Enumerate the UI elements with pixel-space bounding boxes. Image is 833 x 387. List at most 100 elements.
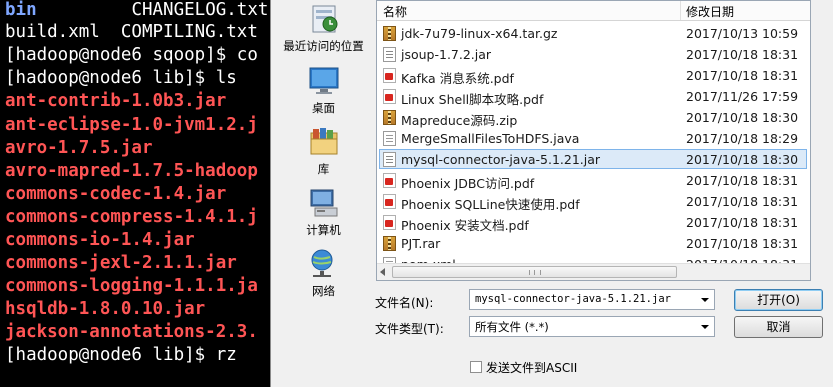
file-name: MergeSmallFilesToHDFS.java [401,131,580,146]
filetype-value: 所有文件 (*.*) [475,320,549,334]
horizontal-scrollbar[interactable] [377,263,810,280]
computer-icon [307,186,341,220]
column-separator[interactable] [680,1,681,20]
file-date: 2017/10/18 18:30 [686,152,799,167]
file-name: CHANGELOG.txt [131,0,269,20]
dir-name: bin [5,0,37,20]
places-bar: 最近访问的位置 桌面 库 计算机 网络 [271,0,376,320]
terminal-line: bin CHANGELOG.txt [5,0,268,21]
pdf-icon [383,215,396,230]
file-row[interactable]: jdk-7u79-linux-x64.tar.gz 2017/10/13 10:… [377,23,810,44]
file-row[interactable]: Phoenix JDBC访问.pdf 2017/10/18 18:31 [377,170,810,191]
place-libraries[interactable]: 库 [271,125,376,177]
filetype-label: 文件类型(T): [375,322,444,336]
column-name-header[interactable]: 名称 [383,3,407,20]
column-header: 名称 修改日期 [377,1,810,21]
terminal-jar-line: commons-io-1.4.jar [5,230,195,250]
file-row[interactable]: PJT.rar 2017/10/18 18:31 [377,233,810,254]
open-file-dialog: 最近访问的位置 桌面 库 计算机 网络 名称 修改日期 jdk-7u79-lin… [270,0,833,387]
terminal-line: [hadoop@node6 sqoop]$ co [5,45,258,65]
file-row[interactable]: Phoenix SQLLine快速使用.pdf 2017/10/18 18:31 [377,191,810,212]
archive-icon [383,110,396,125]
chevron-down-icon[interactable] [701,325,709,329]
place-computer[interactable]: 计算机 [271,186,376,238]
java-file-icon [383,131,396,146]
file-row[interactable]: Kafka 消息系统.pdf 2017/10/18 18:31 [377,65,810,86]
column-date-header[interactable]: 修改日期 [686,3,734,20]
terminal-jar-line: avro-mapred-1.7.5-hadoop [5,161,258,181]
place-label: 库 [317,162,330,176]
place-desktop[interactable]: 桌面 [271,64,376,116]
archive-icon [383,236,396,251]
scroll-thumb[interactable] [392,266,677,278]
file-list[interactable]: 名称 修改日期 jdk-7u79-linux-x64.tar.gz 2017/1… [376,0,811,281]
libraries-icon [307,125,341,159]
terminal-prompt: [hadoop@node6 lib]$ rz [5,345,237,365]
file-date: 2017/10/13 10:59 [686,26,799,41]
jar-file-icon [383,47,396,62]
file-name: Kafka 消息系统.pdf [401,71,514,86]
file-date: 2017/10/18 18:29 [686,131,799,146]
file-date: 2017/10/18 18:31 [686,173,799,188]
place-recent[interactable]: 最近访问的位置 [271,2,376,54]
file-name: Phoenix JDBC访问.pdf [401,176,535,191]
file-row[interactable]: Phoenix 安装文档.pdf 2017/10/18 18:31 [377,212,810,233]
recent-places-icon [307,2,341,36]
scroll-left-icon[interactable] [380,268,385,276]
terminal-jar-line: avro-1.7.5.jar [5,138,153,158]
terminal-jar-line: commons-logging-1.1.1.ja [5,276,258,296]
terminal-jar-line: hsqldb-1.8.0.10.jar [5,299,206,319]
place-label: 计算机 [306,223,341,237]
file-date: 2017/10/18 18:31 [686,236,799,251]
place-label: 网络 [312,284,335,298]
network-icon [307,247,341,281]
file-row[interactable]: jsoup-1.7.2.jar 2017/10/18 18:31 [377,44,810,65]
terminal-window[interactable]: bin CHANGELOG.txt build.xml COMPILING.tx… [0,0,270,387]
terminal-jar-line: commons-compress-1.4.1.j [5,207,258,227]
filetype-select[interactable]: 所有文件 (*.*) [469,316,715,337]
file-name: PJT.rar [401,236,441,251]
pdf-icon [383,68,396,83]
file-date: 2017/10/18 18:31 [686,47,799,62]
file-name: mysql-connector-java-5.1.21.jar [401,152,601,167]
filename-combo[interactable]: mysql-connector-java-5.1.21.jar [469,289,715,310]
file-name: Mapreduce源码.zip [401,113,518,128]
file-row[interactable]: Linux Shell脚本攻略.pdf 2017/11/26 17:59 [377,86,810,107]
terminal-jar-line: jackson-annotations-2.3. [5,322,258,342]
grip-icon [529,270,541,275]
pdf-icon [383,173,396,188]
file-row[interactable]: MergeSmallFilesToHDFS.java 2017/10/18 18… [377,128,810,149]
send-ascii-checkbox[interactable] [470,361,482,373]
terminal-jar-line: commons-codec-1.4.jar [5,184,227,204]
terminal-jar-line: commons-jexl-2.1.1.jar [5,253,237,273]
terminal-jar-line: ant-eclipse-1.0-jvm1.2.j [5,115,258,135]
desktop-icon [307,64,341,98]
file-date: 2017/10/18 18:31 [686,194,799,209]
file-name: Phoenix SQLLine快速使用.pdf [401,197,580,212]
pdf-icon [383,89,396,104]
terminal-line: build.xml COMPILING.txt [5,22,258,42]
file-name: jdk-7u79-linux-x64.tar.gz [401,26,558,41]
file-date: 2017/11/26 17:59 [686,89,799,104]
file-date: 2017/10/18 18:30 [686,110,799,125]
archive-icon [383,26,396,41]
send-ascii-label[interactable]: 发送文件到ASCII [486,359,577,376]
file-name: jsoup-1.7.2.jar [401,47,492,62]
filename-value[interactable]: mysql-connector-java-5.1.21.jar [475,293,671,305]
chevron-down-icon[interactable] [701,298,709,302]
terminal-jar-line: ant-contrib-1.0b3.jar [5,91,227,111]
file-row[interactable]: Mapreduce源码.zip 2017/10/18 18:30 [377,107,810,128]
file-name: Phoenix 安装文档.pdf [401,218,529,233]
place-label: 最近访问的位置 [283,39,364,53]
place-network[interactable]: 网络 [271,247,376,299]
file-row-selected[interactable]: mysql-connector-java-5.1.21.jar 2017/10/… [377,149,810,170]
open-button[interactable]: 打开(O) [734,289,823,311]
file-date: 2017/10/18 18:31 [686,215,799,230]
pdf-icon [383,194,396,209]
terminal-line: [hadoop@node6 lib]$ ls [5,68,237,88]
file-name: Linux Shell脚本攻略.pdf [401,92,544,107]
cancel-button[interactable]: 取消 [734,316,823,338]
jar-file-icon [383,152,396,167]
place-label: 桌面 [312,101,335,115]
filename-label: 文件名(N): [375,296,434,310]
